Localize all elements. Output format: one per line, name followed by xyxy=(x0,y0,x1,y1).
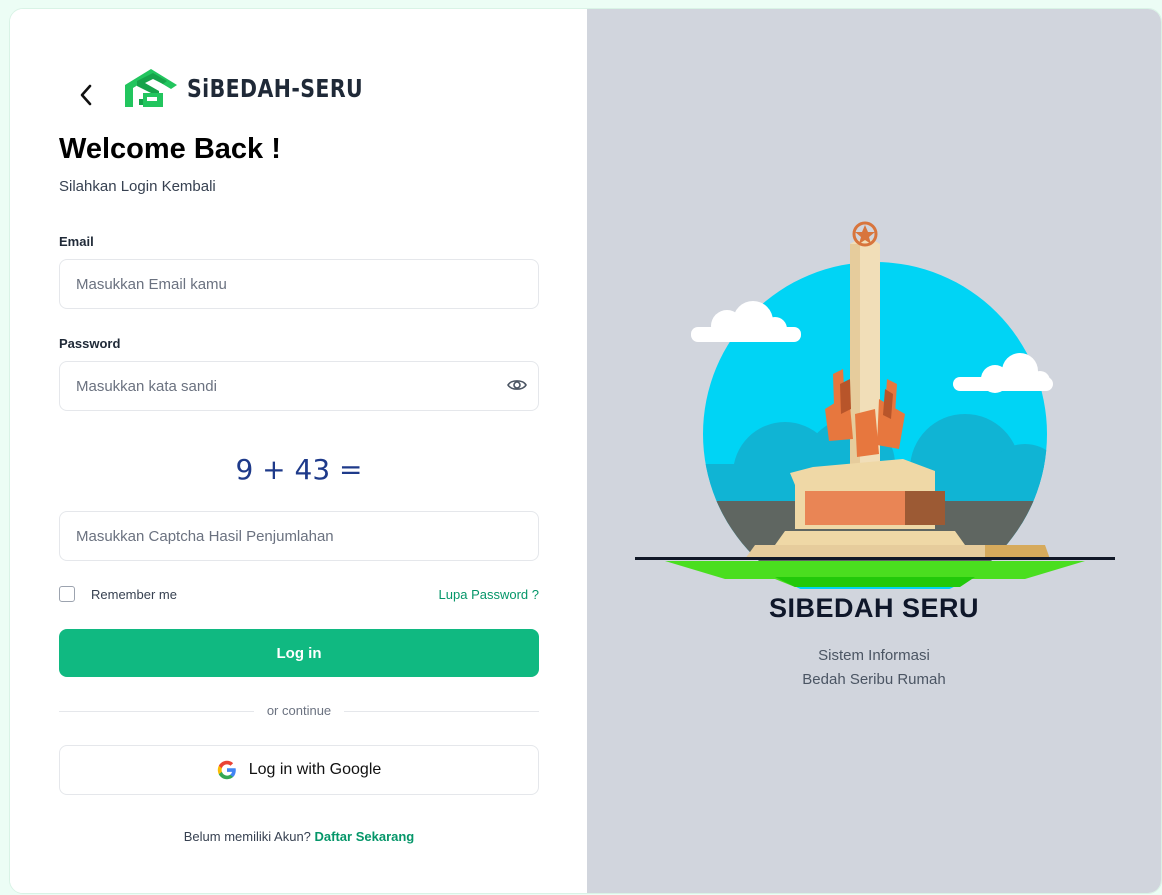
signup-link[interactable]: Daftar Sekarang xyxy=(315,829,415,844)
login-button[interactable]: Log in xyxy=(59,629,539,677)
monument-illustration xyxy=(635,221,1115,589)
remember-label: Remember me xyxy=(91,586,177,602)
divider-line xyxy=(344,711,539,712)
hero-tagline-line1: Sistem Informasi xyxy=(818,647,930,664)
captcha-field[interactable] xyxy=(59,511,539,561)
forgot-password-link[interactable]: Lupa Password ? xyxy=(439,587,539,602)
eye-icon[interactable] xyxy=(507,377,527,393)
email-label: Email xyxy=(59,234,94,249)
remember-checkbox[interactable] xyxy=(59,586,75,602)
chevron-left-icon xyxy=(80,84,92,106)
back-button[interactable] xyxy=(68,77,104,113)
app-frame: SiBEDAH-SERU Welcome Back ! Silahkan Log… xyxy=(9,8,1162,894)
captcha-question: 9 + 43 = xyxy=(235,453,363,486)
signup-prompt-text: Belum memiliki Akun? xyxy=(183,829,311,844)
google-login-button[interactable]: Log in with Google xyxy=(59,745,539,795)
logo-house-icon xyxy=(125,69,177,107)
page-title: Welcome Back ! xyxy=(59,133,281,165)
or-divider: or continue xyxy=(59,702,539,722)
login-panel: SiBEDAH-SERU Welcome Back ! Silahkan Log… xyxy=(10,9,587,893)
remember-me: Remember me xyxy=(59,586,177,602)
hero-tagline-line2: Bedah Seribu Rumah xyxy=(802,671,946,688)
hero-title: SIBEDAH SERU xyxy=(768,593,980,623)
email-field[interactable] xyxy=(59,259,539,309)
signup-prompt: Belum memiliki Akun? Daftar Sekarang xyxy=(59,829,539,844)
google-icon xyxy=(217,760,236,780)
app-logo: SiBEDAH-SERU xyxy=(123,67,402,109)
password-label: Password xyxy=(59,336,121,351)
logo-text: SiBEDAH-SERU xyxy=(187,73,364,103)
password-field[interactable] xyxy=(59,361,539,411)
google-login-label: Log in with Google xyxy=(248,761,382,778)
hero-panel: SIBEDAH SERU Sistem Informasi Bedah Seri… xyxy=(587,9,1161,893)
page-subtitle: Silahkan Login Kembali xyxy=(59,178,216,195)
